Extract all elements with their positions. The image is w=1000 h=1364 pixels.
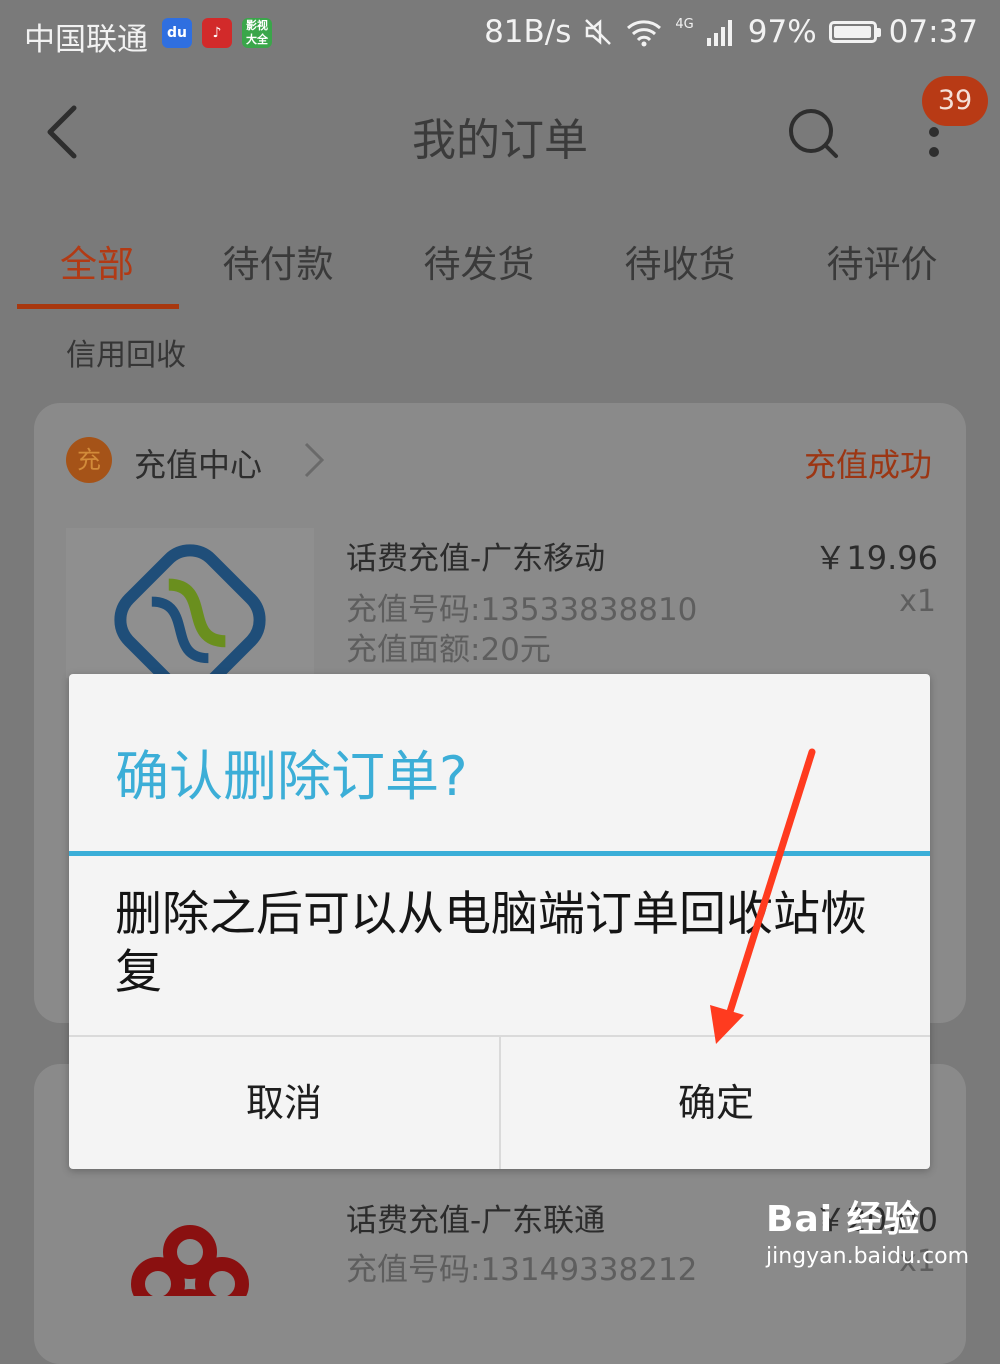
wifi-icon	[627, 20, 662, 47]
order-status: 充值成功	[803, 446, 932, 484]
tab-pending-review[interactable]: 待评价	[792, 234, 972, 288]
carrier-label: 中国联通	[24, 22, 148, 58]
recharge-number: 充值号码:13149338212	[346, 1252, 698, 1288]
page-title: 我的订单	[412, 115, 588, 166]
search-icon[interactable]	[784, 104, 844, 164]
dialog-message: 删除之后可以从电脑端订单回收站恢复	[115, 887, 867, 1000]
tab-pending-shipment[interactable]: 待发货	[389, 234, 569, 288]
tab-all[interactable]: 全部	[7, 234, 187, 288]
tab-pending-payment[interactable]: 待付款	[188, 234, 368, 288]
watermark-url: jingyan.baidu.com	[766, 1244, 970, 1269]
recharge-amount: 充值面额:20元	[346, 632, 551, 668]
music-app-icon: ♪	[202, 18, 232, 48]
dialog-title-divider	[69, 851, 930, 856]
mute-icon	[585, 19, 612, 45]
item-title: 话费充值-广东移动	[346, 541, 606, 577]
confirm-delete-dialog: 确认删除订单? 删除之后可以从电脑端订单回收站恢复 取消 确定	[69, 674, 930, 1169]
status-indicators: 81B/s 4G 97% 07:37	[484, 14, 978, 50]
video-app-icon: 影视大全	[242, 18, 272, 48]
watermark-logo: Bai 经验	[766, 1199, 921, 1240]
signal-icon	[706, 20, 732, 46]
notification-badge: 39	[922, 76, 988, 126]
battery-icon	[828, 21, 881, 43]
item-price: ￥19.96	[814, 539, 938, 577]
active-tab-indicator	[17, 304, 179, 309]
recharge-shop-icon: 充	[66, 437, 112, 483]
recharge-number: 充值号码:13533838810	[346, 592, 698, 628]
baidu-jingyan-watermark: Bai 经验 jingyan.baidu.com	[766, 1190, 969, 1269]
confirm-button[interactable]: 确定	[501, 1037, 931, 1169]
baidu-icon: du	[162, 18, 192, 48]
clock: 07:37	[888, 14, 978, 50]
credit-recycle-link[interactable]: 信用回收	[66, 330, 186, 374]
dialog-title: 确认删除订单?	[115, 745, 468, 808]
net-speed: 81B/s	[484, 14, 572, 50]
item-title: 话费充值-广东联通	[346, 1203, 606, 1239]
network-type: 4G	[675, 17, 694, 32]
china-unicom-logo	[100, 1222, 280, 1296]
shop-name[interactable]: 充值中心	[134, 440, 262, 486]
item-quantity: x1	[899, 584, 936, 619]
battery-percent: 97%	[747, 14, 817, 50]
cancel-button[interactable]: 取消	[69, 1037, 499, 1169]
china-mobile-logo	[66, 528, 314, 678]
tab-pending-receipt[interactable]: 待收货	[590, 234, 770, 288]
chevron-right-icon	[304, 442, 325, 478]
status-bar: 中国联通 du ♪ 影视大全 81B/s 4G 97% 07:37	[0, 0, 1000, 72]
